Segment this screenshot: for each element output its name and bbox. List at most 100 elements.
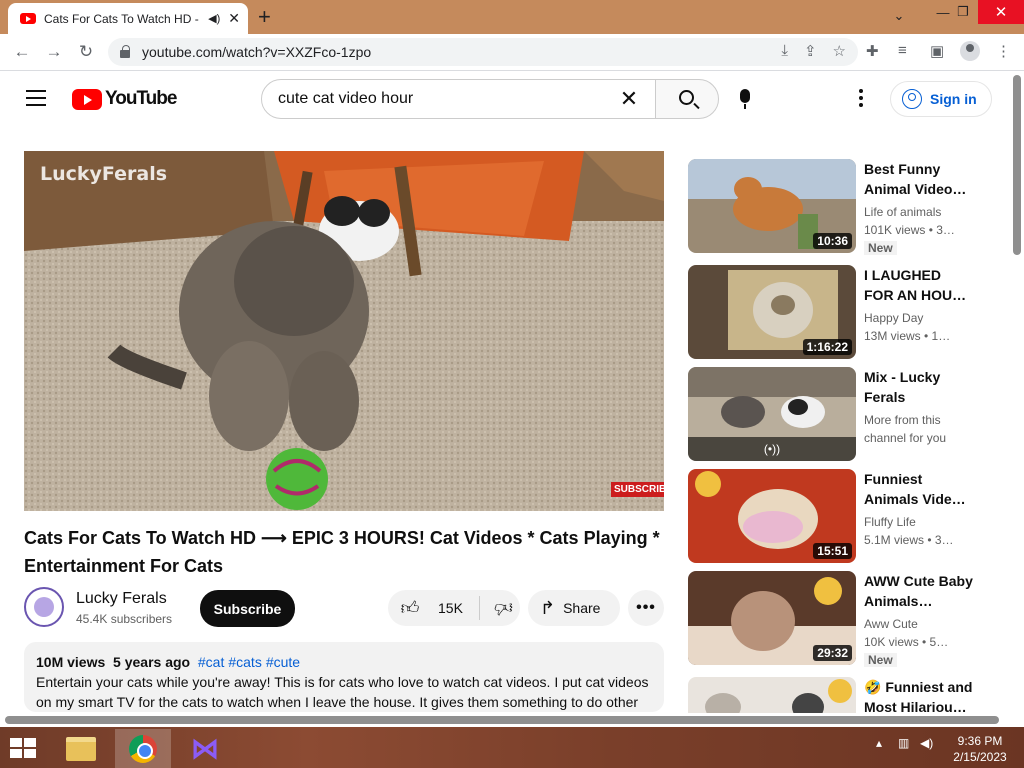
more-actions-button[interactable]: ••• <box>628 590 664 626</box>
new-tab-button[interactable]: + <box>258 4 271 30</box>
youtube-logo[interactable]: YouTube <box>72 88 177 110</box>
recommended-channel[interactable]: Happy Day <box>864 309 974 327</box>
recommended-views: 10K views • 5… <box>864 635 949 649</box>
hashtag-link[interactable]: #cats <box>228 654 261 670</box>
channel-name[interactable]: Lucky Ferals <box>76 590 167 608</box>
recommended-video-title[interactable]: Funniest Animals Vide… <box>864 469 974 509</box>
recommended-mix[interactable]: (•)) Mix - Lucky Ferals More from this c… <box>688 367 978 461</box>
windows-start-icon[interactable] <box>10 738 38 760</box>
speaker-icon[interactable]: ◀) <box>208 12 220 25</box>
browser-tab-strip: Cats For Cats To Watch HD - ◀) ✕ + ⌄ — ❐… <box>0 0 1024 34</box>
subscribe-button[interactable]: Subscribe <box>200 590 295 627</box>
mix-thumbnail[interactable]: (•)) <box>688 367 856 461</box>
browser-tab[interactable]: Cats For Cats To Watch HD - ◀) ✕ <box>8 3 248 34</box>
profile-avatar-icon[interactable] <box>960 41 980 61</box>
recommended-channel[interactable]: Aww Cute <box>864 615 974 633</box>
tray-chevron-up-icon[interactable]: ▴ <box>876 736 882 750</box>
video-thumbnail[interactable]: 15:51 <box>688 469 856 563</box>
forward-arrow-icon[interactable]: → <box>42 40 66 64</box>
video-title: Cats For Cats To Watch HD ⟶ EPIC 3 HOURS… <box>24 528 660 576</box>
mix-radio-icon: (•)) <box>763 442 781 456</box>
recommended-video[interactable]: 1:16:22 I LAUGHED FOR AN HOUR😹… Happy Da… <box>688 265 978 359</box>
close-window-button[interactable]: ✕ <box>978 0 1024 24</box>
like-count[interactable]: 15K <box>438 600 463 616</box>
recommended-views: 5.1M views • 3… <box>864 533 954 547</box>
search-button[interactable] <box>655 79 719 119</box>
taskbar-clock[interactable]: 9:36 PM 2/15/2023 <box>946 733 1014 765</box>
share-page-icon[interactable]: ⇪ <box>804 42 817 60</box>
description-text: Entertain your cats while you're away! T… <box>36 674 649 710</box>
horizontal-scrollbar[interactable] <box>0 713 1010 727</box>
taskbar-visual-studio[interactable]: ⋈ <box>177 729 233 768</box>
like-divider <box>478 596 480 620</box>
sign-in-button[interactable]: Sign in <box>890 81 992 117</box>
clear-search-icon[interactable]: ✕ <box>617 86 641 112</box>
youtube-favicon-icon <box>20 13 36 24</box>
dislike-thumb-icon[interactable]: 👍︎ <box>494 597 513 619</box>
share-arrow-icon: ↱ <box>540 597 556 618</box>
video-player[interactable]: LuckyFerals SUBSCRIBE <box>24 151 664 511</box>
address-bar[interactable]: youtube.com/watch?v=XXZFco-1zpo ⤓ ⇪ ☆ <box>108 38 858 66</box>
hashtag-link[interactable]: #cute <box>266 654 300 670</box>
video-subscribe-badge[interactable]: SUBSCRIBE <box>611 482 664 497</box>
search-input[interactable]: cute cat video hour ✕ <box>261 79 656 119</box>
volume-icon[interactable]: ◀) <box>920 736 933 750</box>
taskbar-file-explorer[interactable] <box>53 729 109 768</box>
search-query: cute cat video hour <box>278 90 414 107</box>
video-thumbnail[interactable]: 29:32 <box>688 571 856 665</box>
side-panel-icon[interactable]: ▣ <box>930 42 944 60</box>
restore-button[interactable]: ❐ <box>950 0 976 24</box>
vertical-scroll-thumb[interactable] <box>1013 75 1021 255</box>
video-thumbnail[interactable]: 1:16:22 <box>688 265 856 359</box>
tab-close-icon[interactable]: ✕ <box>228 10 240 27</box>
tab-search-chevron-icon[interactable]: ⌄ <box>886 4 912 28</box>
view-count: 10M views <box>36 654 106 670</box>
voice-search-mic-icon[interactable] <box>740 89 750 109</box>
chrome-menu-icon[interactable]: ⋮ <box>996 42 1011 60</box>
thumbnail-image <box>688 677 856 713</box>
share-button[interactable]: ↱ Share <box>528 590 620 626</box>
network-icon[interactable]: ▥ <box>898 736 909 750</box>
media-control-icon[interactable]: ≡ <box>898 42 907 59</box>
back-arrow-icon[interactable]: ← <box>10 40 34 64</box>
video-duration: 1:16:22 <box>802 339 852 355</box>
chrome-icon <box>129 734 157 763</box>
url-text: youtube.com/watch?v=XXZFco-1zpo <box>142 44 372 60</box>
install-app-icon[interactable]: ⤓ <box>781 42 788 60</box>
recommended-video[interactable]: 15:51 Funniest Animals Vide… Fluffy Life… <box>688 469 978 563</box>
recommended-channel[interactable]: Fluffy Life <box>864 513 974 531</box>
recommended-video-title[interactable]: Best Funny Animal Video… <box>864 159 974 199</box>
recommended-video-title[interactable]: I LAUGHED FOR AN HOUR😹… <box>864 265 974 305</box>
video-thumbnail[interactable]: 10:36 <box>688 159 856 253</box>
recommended-video[interactable]: 29:32 AWW Cute Baby Animals… Aww Cute 10… <box>688 571 978 667</box>
recommended-video-title[interactable]: 🤣 Funniest and Most Hilariou… <box>864 677 974 713</box>
recommended-video[interactable]: 🤣 Funniest and Most Hilariou… <box>688 677 978 713</box>
recommended-channel[interactable]: Life of animals <box>864 203 974 221</box>
like-thumb-icon[interactable]: 👍︎ <box>400 597 420 619</box>
video-duration: 10:36 <box>813 233 852 249</box>
recommended-video[interactable]: 10:36 Best Funny Animal Video… Life of a… <box>688 159 978 255</box>
video-duration: 29:32 <box>813 645 852 661</box>
vertical-scrollbar[interactable] <box>1010 71 1024 727</box>
recommended-video-title[interactable]: AWW Cute Baby Animals… <box>864 571 974 611</box>
folder-icon <box>66 736 96 761</box>
bookmark-star-icon[interactable]: ☆ <box>833 42 846 60</box>
description-box[interactable]: 10M views 5 years ago #cat #cats #cute Ent… <box>24 642 664 712</box>
hashtag-link[interactable]: #cat <box>198 654 224 670</box>
extensions-puzzle-icon[interactable]: ✚ <box>866 42 879 60</box>
visual-studio-icon: ⋈ <box>191 732 219 764</box>
horizontal-scroll-thumb[interactable] <box>5 716 999 724</box>
youtube-logo-text: YouTube <box>105 88 177 109</box>
mix-playlist-bar: (•)) <box>688 437 856 461</box>
recommended-views: 101K views • 3… <box>864 223 955 237</box>
video-thumbnail[interactable] <box>688 677 856 713</box>
settings-kebab-icon[interactable] <box>856 89 866 110</box>
clock-time: 9:36 PM <box>957 734 1003 748</box>
subscriber-count: 45.4K subscribers <box>76 612 173 626</box>
taskbar-chrome[interactable] <box>115 729 171 768</box>
hamburger-menu-icon[interactable] <box>26 90 46 106</box>
reload-icon[interactable]: ↻ <box>74 40 98 64</box>
lock-icon <box>120 45 130 58</box>
recommended-video-title[interactable]: Mix - Lucky Ferals <box>864 367 974 407</box>
channel-avatar[interactable] <box>24 587 64 627</box>
